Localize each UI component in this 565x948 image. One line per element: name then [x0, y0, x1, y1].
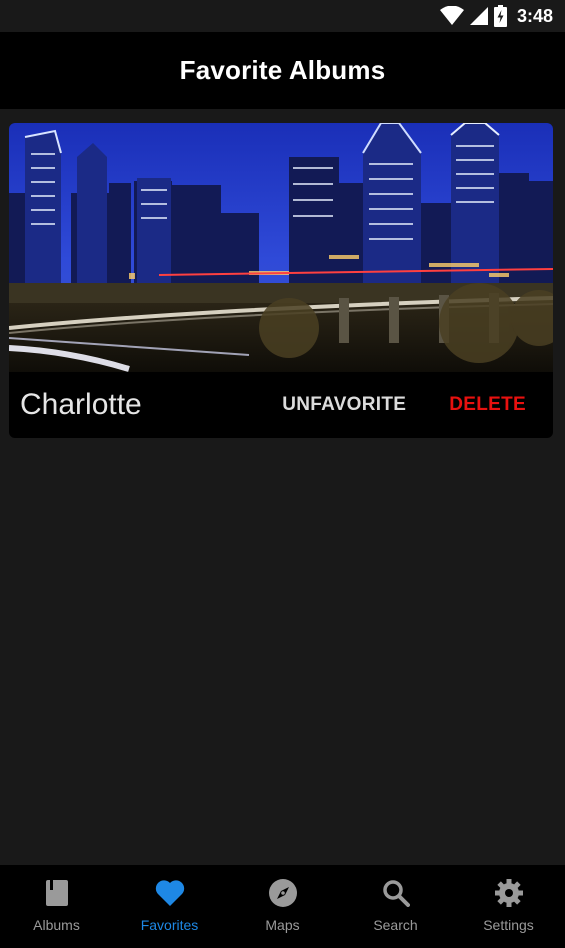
nav-label-favorites: Favorites: [140, 917, 199, 933]
album-card-footer: Charlotte UNFAVORITE DELETE: [9, 372, 553, 438]
gear-icon: [494, 878, 524, 908]
unfavorite-button[interactable]: UNFAVORITE: [282, 394, 406, 416]
status-time: 3:48: [516, 5, 553, 26]
compass-icon: [268, 878, 298, 908]
battery-charging-icon: [493, 5, 507, 27]
nav-item-search[interactable]: Search: [339, 865, 452, 948]
nav-label-albums: Albums: [33, 917, 80, 933]
search-icon: [381, 878, 411, 908]
album-book-icon: [42, 878, 72, 908]
nav-label-search: Search: [373, 917, 418, 933]
nav-item-albums[interactable]: Albums: [0, 865, 113, 948]
nav-item-maps[interactable]: Maps: [226, 865, 339, 948]
album-card[interactable]: Charlotte UNFAVORITE DELETE: [9, 123, 553, 438]
album-name: Charlotte: [20, 388, 142, 421]
status-bar: 3:48: [0, 0, 565, 32]
nav-label-settings: Settings: [483, 917, 534, 933]
nav-item-settings[interactable]: Settings: [452, 865, 565, 948]
wifi-icon: [439, 6, 464, 26]
nav-label-maps: Maps: [265, 917, 300, 933]
app-bar: Favorite Albums: [0, 32, 565, 109]
bottom-navigation: Albums Favorites Maps Search Settings: [0, 865, 565, 948]
signal-icon: [469, 7, 488, 25]
favorites-screen: 3:48 Favorite Albums Charlotte UNFAVORIT…: [0, 0, 565, 948]
heart-icon: [155, 878, 185, 908]
nav-item-favorites[interactable]: Favorites: [113, 865, 226, 948]
page-title: Favorite Albums: [179, 55, 386, 85]
album-cover-image[interactable]: [9, 123, 553, 372]
delete-button[interactable]: DELETE: [449, 394, 526, 416]
